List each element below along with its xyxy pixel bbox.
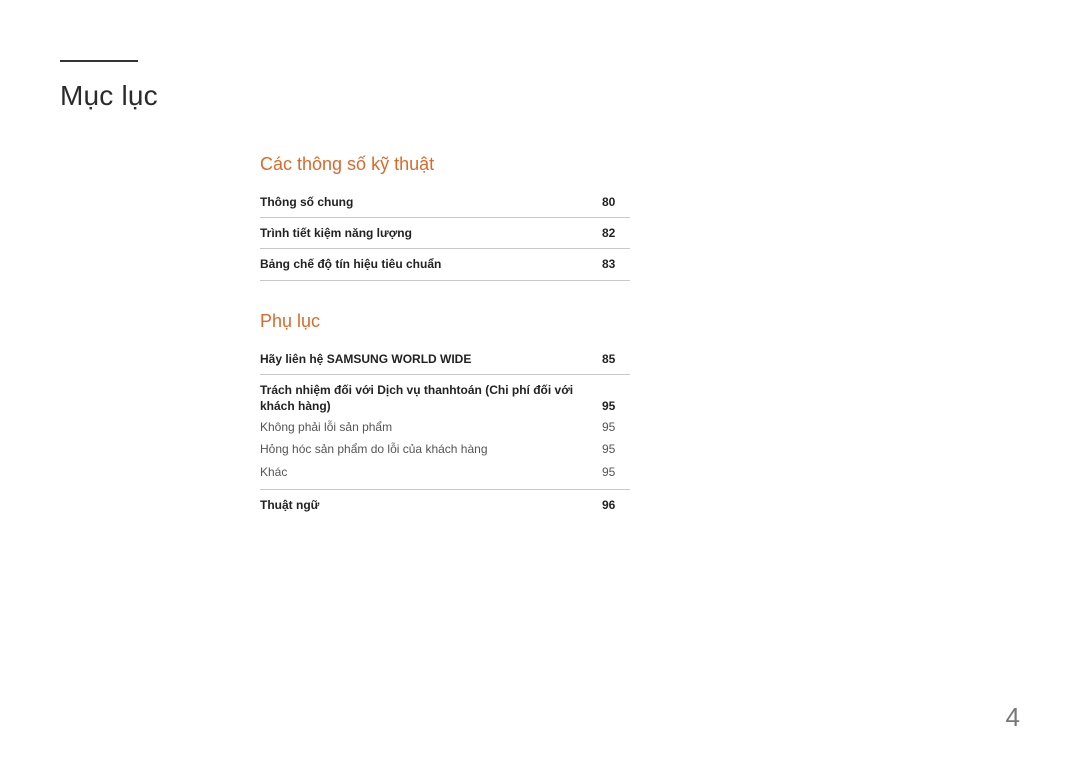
toc-label: Hỏng hóc sản phẩm do lỗi của khách hàng xyxy=(260,441,602,457)
toc-label: Trách nhiệm đối với Dịch vụ thanhtoán (C… xyxy=(260,382,602,414)
toc-subentry[interactable]: Hỏng hóc sản phẩm do lỗi của khách hàng … xyxy=(260,438,630,460)
toc-entry[interactable]: Trách nhiệm đối với Dịch vụ thanhtoán (C… xyxy=(260,375,630,416)
toc-page: 80 xyxy=(602,194,630,210)
toc-label: Không phải lỗi sản phẩm xyxy=(260,419,602,435)
toc-page: 83 xyxy=(602,256,630,272)
toc-label: Bảng chế độ tín hiệu tiêu chuẩn xyxy=(260,256,602,272)
page: Mục lục Các thông số kỹ thuật Thông số c… xyxy=(0,0,1080,763)
toc-column: Các thông số kỹ thuật Thông số chung 80 … xyxy=(260,154,630,520)
toc-page: 95 xyxy=(602,441,630,457)
toc-page: 96 xyxy=(602,497,630,513)
page-number: 4 xyxy=(1006,702,1020,733)
toc-label: Trình tiết kiệm năng lượng xyxy=(260,225,602,241)
toc-label: Khác xyxy=(260,464,602,480)
toc-label: Thông số chung xyxy=(260,194,602,210)
toc-page: 95 xyxy=(602,398,630,414)
page-title: Mục lục xyxy=(60,80,1020,112)
title-rule xyxy=(60,60,138,62)
toc-page: 95 xyxy=(602,419,630,435)
toc-entry-group: Trách nhiệm đối với Dịch vụ thanhtoán (C… xyxy=(260,375,630,490)
toc-page: 95 xyxy=(602,464,630,480)
toc-entry[interactable]: Trình tiết kiệm năng lượng 82 xyxy=(260,218,630,249)
toc-page: 82 xyxy=(602,225,630,241)
toc-subentry[interactable]: Khác 95 xyxy=(260,461,630,483)
toc-entry[interactable]: Bảng chế độ tín hiệu tiêu chuẩn 83 xyxy=(260,249,630,280)
toc-entry[interactable]: Thông số chung 80 xyxy=(260,187,630,218)
section-heading-specs: Các thông số kỹ thuật xyxy=(260,154,630,175)
section-heading-appendix: Phụ lục xyxy=(260,311,630,332)
toc-page: 85 xyxy=(602,351,630,367)
toc-entry[interactable]: Hãy liên hệ SAMSUNG WORLD WIDE 85 xyxy=(260,344,630,375)
toc-label: Hãy liên hệ SAMSUNG WORLD WIDE xyxy=(260,351,602,367)
toc-subentry[interactable]: Không phải lỗi sản phẩm 95 xyxy=(260,416,630,438)
toc-label: Thuật ngữ xyxy=(260,497,602,513)
toc-entry[interactable]: Thuật ngữ 96 xyxy=(260,490,630,520)
